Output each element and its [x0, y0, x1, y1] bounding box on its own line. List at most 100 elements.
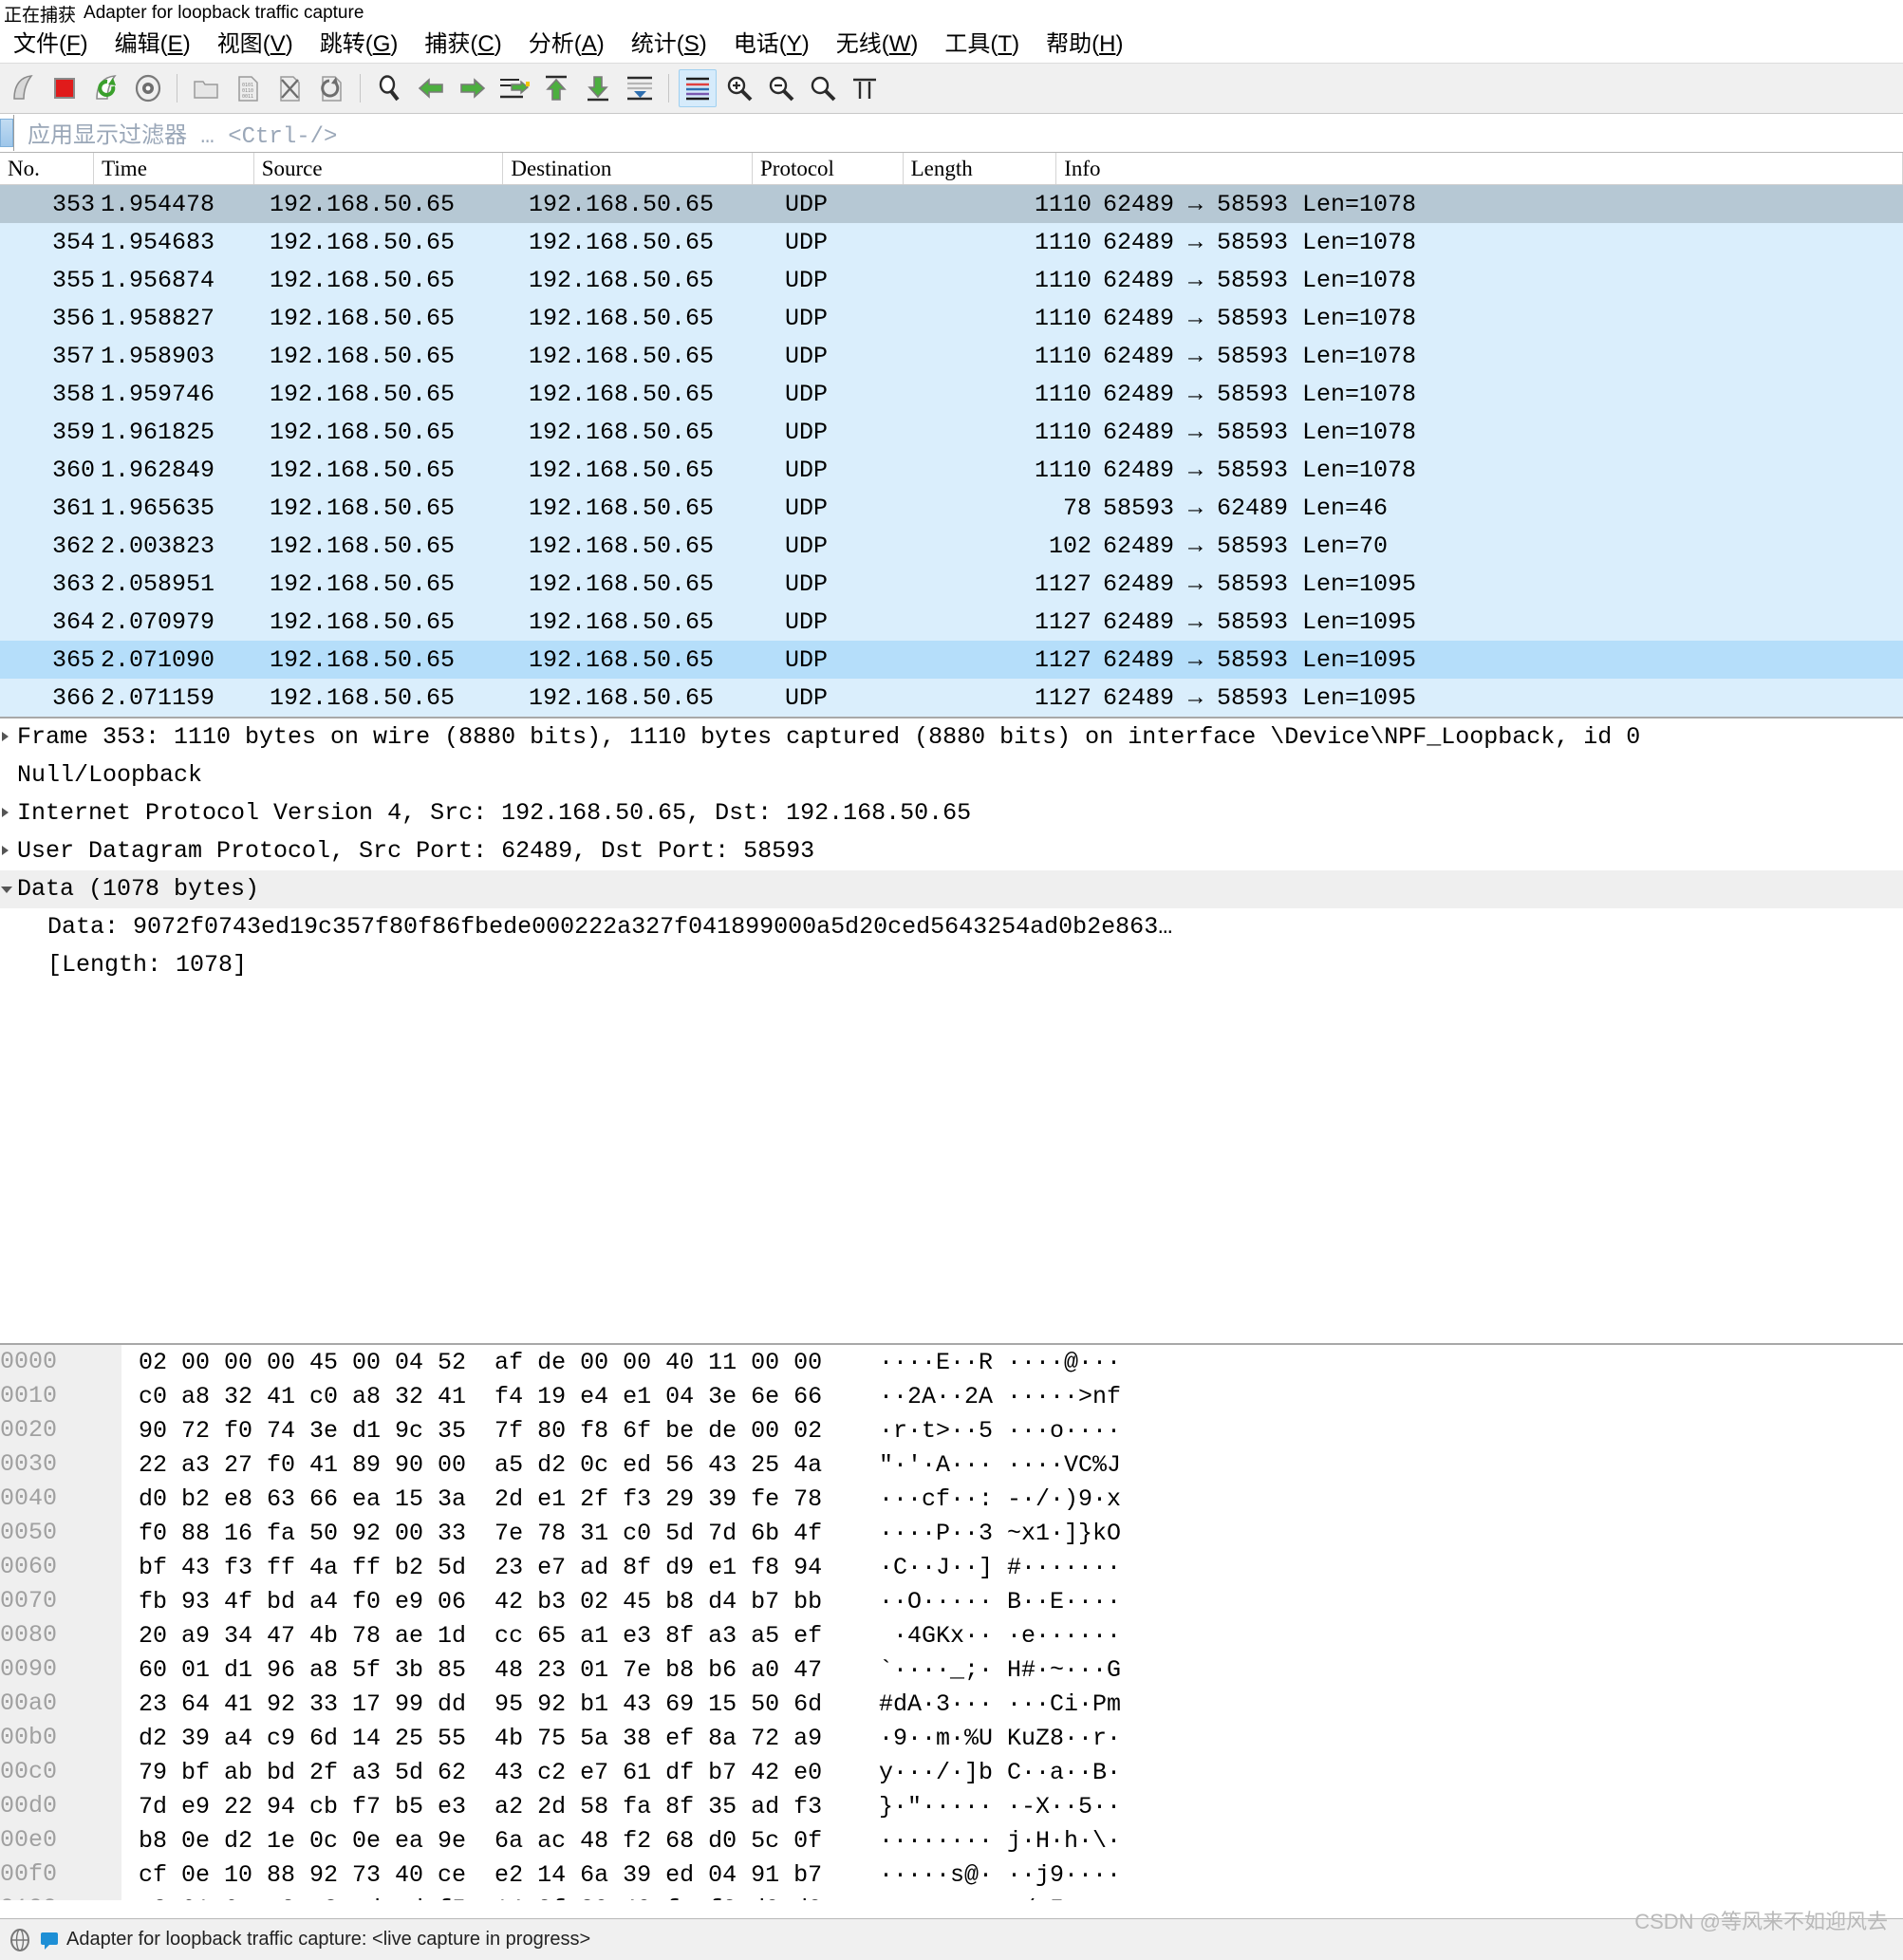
packet-row[interactable]: 354 1.954683 192.168.50.65 192.168.50.65 UDP…: [0, 223, 1903, 261]
hex-dump-row[interactable]: 0060 bf 43 f3 ff 4a ff b2 5d 23 e7 ad 8f …: [0, 1550, 1903, 1584]
packet-row[interactable]: 353 1.954478 192.168.50.65 192.168.50.65 UDP…: [0, 185, 1903, 223]
packet-row[interactable]: 366 2.071159 192.168.50.65 192.168.50.65 UDP…: [0, 679, 1903, 717]
menu-go[interactable]: 跳转(G): [307, 31, 412, 58]
menu-capture[interactable]: 捕获(C): [411, 31, 514, 58]
packet-details-pane[interactable]: Frame 353: 1110 bytes on wire (8880 bits…: [0, 717, 1903, 1343]
menu-edit[interactable]: 编辑(E): [102, 31, 204, 58]
capture-file-properties-icon[interactable]: [8, 1928, 32, 1952]
hex-dump-row[interactable]: 0040 d0 b2 e8 63 66 ea 15 3a 2d e1 2f f3 …: [0, 1482, 1903, 1516]
hex-dump-row[interactable]: 0030 22 a3 27 f0 41 89 90 00 a5 d2 0c ed …: [0, 1447, 1903, 1482]
normal-size-icon[interactable]: [804, 69, 842, 107]
packet-list[interactable]: No. Time Source Destination Protocol Length In…: [0, 153, 1903, 717]
detail-line[interactable]: Frame 353: 1110 bytes on wire (8880 bits…: [0, 719, 1903, 756]
display-filter-bar[interactable]: 应用显示过滤器 … <Ctrl-/>: [0, 114, 1903, 153]
packet-bytes-pane[interactable]: 0000 02 00 00 00 45 00 04 52 af de 00 00 …: [0, 1343, 1903, 1900]
capture-options-icon[interactable]: [129, 69, 167, 107]
packet-list-body[interactable]: 353 1.954478 192.168.50.65 192.168.50.65 UDP…: [0, 185, 1903, 717]
hex-dump-row[interactable]: 0070 fb 93 4f bd a4 f0 e9 06 42 b3 02 45 …: [0, 1584, 1903, 1618]
hex-dump-row[interactable]: 0100e3 61 6e e2 c8 cd cd f5 14 2f 89 49 …: [0, 1892, 1903, 1900]
filter-bookmark-icon[interactable]: [0, 119, 13, 147]
chevron-right-icon[interactable]: [2, 808, 9, 817]
column-header-source[interactable]: Source: [254, 153, 504, 184]
hex-dump-row[interactable]: 0090 60 01 d1 96 a8 5f 3b 85 48 23 01 7e …: [0, 1652, 1903, 1687]
packet-cell-proto: UDP: [785, 645, 829, 674]
hex-dump-row[interactable]: 00f0 cf 0e 10 88 92 73 40 ce e2 14 6a 39 …: [0, 1857, 1903, 1892]
menu-telephony[interactable]: 电话(Y): [720, 31, 823, 58]
column-header-info[interactable]: Info: [1056, 153, 1903, 184]
detail-line[interactable]: Data (1078 bytes): [0, 870, 1903, 908]
hex-dump-row[interactable]: 0010 c0 a8 32 41 c0 a8 32 41 f4 19 e4 e1 …: [0, 1379, 1903, 1413]
packet-row[interactable]: 361 1.965635 192.168.50.65 192.168.50.65 UDP…: [0, 489, 1903, 527]
packet-row[interactable]: 355 1.956874 192.168.50.65 192.168.50.65 UDP…: [0, 261, 1903, 299]
colorize-packets-icon[interactable]: [679, 69, 717, 107]
status-bar: Adapter for loopback traffic capture: <l…: [0, 1918, 1903, 1960]
packet-cell-len: 1110: [1034, 304, 1091, 332]
detail-line[interactable]: Internet Protocol Version 4, Src: 192.16…: [0, 794, 1903, 832]
hex-offset: 0100: [0, 1892, 121, 1900]
column-header-time[interactable]: Time: [94, 153, 254, 184]
packet-row[interactable]: 359 1.961825 192.168.50.65 192.168.50.65 UDP…: [0, 413, 1903, 451]
packet-cell-dst: 192.168.50.65: [529, 607, 715, 636]
hex-dump-row[interactable]: 0000 02 00 00 00 45 00 04 52 af de 00 00 …: [0, 1345, 1903, 1379]
packet-row[interactable]: 358 1.959746 192.168.50.65 192.168.50.65 UDP…: [0, 375, 1903, 413]
auto-scroll-icon[interactable]: [621, 69, 659, 107]
detail-line[interactable]: Null/Loopback: [0, 756, 1903, 794]
column-header-length[interactable]: Length: [904, 153, 1057, 184]
go-back-icon[interactable]: [412, 69, 450, 107]
chevron-right-icon[interactable]: [2, 732, 9, 741]
hex-dump-row[interactable]: 00b0 d2 39 a4 c9 6d 14 25 55 4b 75 5a 38 …: [0, 1721, 1903, 1755]
menu-help[interactable]: 帮助(H): [1033, 31, 1136, 58]
hex-dump-row[interactable]: 00c0 79 bf ab bd 2f a3 5d 62 43 c2 e7 61 …: [0, 1755, 1903, 1789]
packet-row[interactable]: 356 1.958827 192.168.50.65 192.168.50.65 UDP…: [0, 299, 1903, 337]
packet-list-header[interactable]: No. Time Source Destination Protocol Length In…: [0, 153, 1903, 185]
packet-cell-info: 62489 → 58593 Len=1095: [1103, 645, 1417, 674]
find-packet-icon[interactable]: [370, 69, 408, 107]
resize-columns-icon[interactable]: [846, 69, 884, 107]
detail-line[interactable]: User Datagram Protocol, Src Port: 62489,…: [0, 832, 1903, 870]
packet-row[interactable]: 365 2.071090 192.168.50.65 192.168.50.65 UDP…: [0, 641, 1903, 679]
zoom-out-icon[interactable]: [762, 69, 800, 107]
packet-row[interactable]: 362 2.003823 192.168.50.65 192.168.50.65 UDP…: [0, 527, 1903, 565]
chevron-right-icon[interactable]: [2, 846, 9, 855]
hex-dump-row[interactable]: 0050 f0 88 16 fa 50 92 00 33 7e 78 31 c0 …: [0, 1516, 1903, 1550]
go-to-packet-icon[interactable]: [495, 69, 533, 107]
start-capture-icon[interactable]: [4, 69, 42, 107]
packet-row[interactable]: 363 2.058951 192.168.50.65 192.168.50.65 UDP…: [0, 565, 1903, 603]
column-header-no[interactable]: No.: [0, 153, 95, 184]
save-file-icon[interactable]: 0101 0110 0011: [229, 69, 267, 107]
hex-dump-row[interactable]: 00a0 23 64 41 92 33 17 99 dd 95 92 b1 43 …: [0, 1687, 1903, 1721]
reload-file-icon[interactable]: [312, 69, 350, 107]
hex-dump-row[interactable]: 00d0 7d e9 22 94 cb f7 b5 e3 a2 2d 58 fa …: [0, 1789, 1903, 1823]
detail-line[interactable]: [Length: 1078]: [0, 946, 1903, 984]
menu-file[interactable]: 文件(F): [0, 31, 102, 58]
restart-capture-icon[interactable]: [87, 69, 125, 107]
go-last-packet-icon[interactable]: [579, 69, 617, 107]
hex-dump-row[interactable]: 00e0 b8 0e d2 1e 0c 0e ea 9e 6a ac 48 f2 …: [0, 1823, 1903, 1857]
close-file-icon[interactable]: [271, 69, 308, 107]
column-header-destination[interactable]: Destination: [503, 153, 753, 184]
go-forward-icon[interactable]: [454, 69, 492, 107]
detail-line[interactable]: Data: 9072f0743ed19c357f80f86fbede000222…: [0, 908, 1903, 946]
menu-wireless[interactable]: 无线(W): [823, 31, 932, 58]
column-header-protocol[interactable]: Protocol: [753, 153, 904, 184]
hex-dump-row[interactable]: 0080 20 a9 34 47 4b 78 ae 1d cc 65 a1 e3 …: [0, 1618, 1903, 1652]
packet-row[interactable]: 360 1.962849 192.168.50.65 192.168.50.65 UDP…: [0, 451, 1903, 489]
packet-row[interactable]: 357 1.958903 192.168.50.65 192.168.50.65 UDP…: [0, 337, 1903, 375]
go-first-packet-icon[interactable]: [537, 69, 575, 107]
packet-cell-src: 192.168.50.65: [270, 380, 456, 408]
packet-cell-info: 62489 → 58593 Len=1078: [1103, 456, 1417, 484]
packet-row[interactable]: 364 2.070979 192.168.50.65 192.168.50.65 UDP…: [0, 603, 1903, 641]
capture-comment-icon[interactable]: [38, 1929, 61, 1951]
hex-dump-row[interactable]: 0020 90 72 f0 74 3e d1 9c 35 7f 80 f8 6f …: [0, 1413, 1903, 1447]
menu-tools[interactable]: 工具(T): [931, 31, 1033, 58]
display-filter-input[interactable]: 应用显示过滤器 … <Ctrl-/>: [13, 115, 1903, 151]
chevron-down-icon[interactable]: [1, 887, 12, 898]
menu-view[interactable]: 视图(V): [204, 31, 307, 58]
stop-capture-icon[interactable]: [46, 69, 84, 107]
menu-statistics[interactable]: 统计(S): [618, 31, 720, 58]
zoom-in-icon[interactable]: [720, 69, 758, 107]
packet-cell-time: 2.070979: [101, 607, 215, 636]
menu-analyze[interactable]: 分析(A): [515, 31, 618, 58]
open-file-icon[interactable]: [187, 69, 225, 107]
hex-offset: 0060: [0, 1550, 121, 1584]
